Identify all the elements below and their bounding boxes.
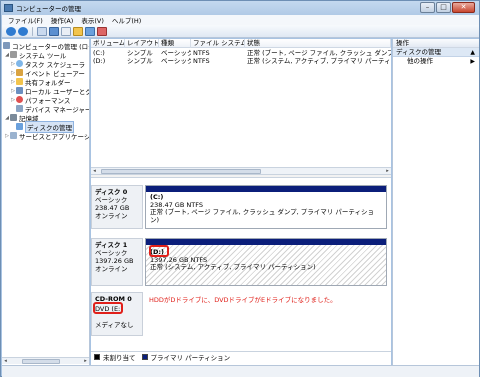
submenu-arrow-icon: ▶ xyxy=(470,58,475,65)
tools-icon xyxy=(10,51,17,58)
device-manager-icon xyxy=(16,105,23,112)
tree-horizontal-scrollbar[interactable]: ◂ ▸ xyxy=(2,357,89,364)
status-bar xyxy=(2,365,479,377)
menu-help[interactable]: ヘルプ(H) xyxy=(112,15,141,25)
menu-view[interactable]: 表示(V) xyxy=(81,15,104,25)
disk-management-pane: ボリューム レイアウト 種類 ファイル システム 状態 (C:) シンプル ベー… xyxy=(91,39,391,365)
toolbar xyxy=(2,25,479,38)
minimize-button[interactable]: – xyxy=(420,2,435,13)
volume-table-header: ボリューム レイアウト 種類 ファイル システム 状態 xyxy=(91,39,391,48)
toolbar-divider xyxy=(32,26,33,36)
volume-horizontal-scrollbar[interactable]: ◂ ▸ xyxy=(91,167,391,174)
computer-icon xyxy=(3,42,10,49)
menu-action[interactable]: 操作(A) xyxy=(51,15,74,25)
properties-icon[interactable] xyxy=(61,26,71,36)
column-type[interactable]: 種類 xyxy=(159,39,191,48)
annotation-text: HDDがDドライブに、DVDドライブがEドライブになりました。 xyxy=(149,296,337,304)
scroll-left-icon[interactable]: ◂ xyxy=(2,358,9,364)
table-row[interactable]: (D:) シンプル ベーシック NTFS 正常 (システム, アクティブ, プラ… xyxy=(91,57,391,65)
collapse-up-icon[interactable]: ▲ xyxy=(470,48,475,57)
title-bar: コンピューターの管理 – □ ✕ xyxy=(1,1,479,15)
operations-pane: 操作 ディスクの管理 ▲ 他の操作 ▶ xyxy=(392,39,479,365)
navigation-tree: コンピューターの管理 (ローカ ◢ システム ツール ▷ タスク スケジューラ … xyxy=(2,39,90,365)
cdrom-0-label[interactable]: CD-ROM 0 DVD (E:) メディアなし xyxy=(91,292,143,336)
operations-header: 操作 xyxy=(393,39,479,48)
operations-section-disk-management[interactable]: ディスクの管理 ▲ xyxy=(393,48,479,57)
forward-icon[interactable] xyxy=(18,26,28,36)
disk-management-icon xyxy=(16,123,23,130)
tree-item-services[interactable]: ▷ サービスとアプリケーショ xyxy=(4,131,89,141)
storage-icon xyxy=(10,114,17,121)
maximize-button[interactable]: □ xyxy=(436,2,451,13)
disk-name: ディスク 1 xyxy=(95,241,128,249)
partition-c[interactable]: (C:) 238.47 GB NTFS 正常 (ブート, ページ ファイル, ク… xyxy=(145,185,387,229)
scrollbar-thumb[interactable] xyxy=(22,359,60,364)
column-layout[interactable]: レイアウト xyxy=(125,39,159,48)
disk-0-label[interactable]: ディスク 0 ベーシック 238.47 GB オンライン xyxy=(91,185,143,229)
computer-management-icon xyxy=(4,4,13,12)
highlight-d-drive xyxy=(149,245,169,257)
window-title: コンピューターの管理 xyxy=(16,5,81,13)
menu-file[interactable]: ファイル(F) xyxy=(8,15,43,25)
table-row[interactable]: (C:) シンプル ベーシック NTFS 正常 (ブート, ページ ファイル, … xyxy=(91,49,391,57)
legend-unallocated: 未割り当て xyxy=(103,353,136,362)
back-icon[interactable] xyxy=(6,26,16,36)
column-status[interactable]: 状態 xyxy=(245,39,391,48)
disk-name: ディスク 0 xyxy=(95,188,128,196)
clock-icon xyxy=(16,60,23,67)
help-icon[interactable] xyxy=(49,26,59,36)
legend-primary: プライマリ パーティション xyxy=(150,353,231,362)
more-actions-item[interactable]: 他の操作 ▶ xyxy=(393,57,479,66)
pane-splitter[interactable] xyxy=(91,174,391,178)
column-volume[interactable]: ボリューム xyxy=(91,39,125,48)
delete-icon[interactable] xyxy=(97,26,107,36)
disk-icon[interactable] xyxy=(85,26,95,36)
event-log-icon xyxy=(16,69,23,76)
scroll-right-icon[interactable]: ▸ xyxy=(82,358,89,364)
performance-icon xyxy=(16,96,23,103)
folder-icon[interactable] xyxy=(73,26,83,36)
menu-bar: ファイル(F) 操作(A) 表示(V) ヘルプ(H) xyxy=(2,15,479,25)
show-hide-tree-icon[interactable] xyxy=(37,26,47,36)
primary-swatch xyxy=(141,353,148,360)
legend: 未割り当て プライマリ パーティション xyxy=(91,351,391,362)
highlight-e-drive xyxy=(93,302,123,314)
window: コンピューターの管理 – □ ✕ ファイル(F) 操作(A) 表示(V) ヘルプ… xyxy=(0,0,480,377)
disk-1-label[interactable]: ディスク 1 ベーシック 1397.26 GB オンライン xyxy=(91,238,143,286)
services-icon xyxy=(10,132,17,139)
partition-d[interactable]: (D:) 1397.26 GB NTFS 正常 (システム, アクティブ, プラ… xyxy=(145,238,387,286)
unallocated-swatch xyxy=(94,353,100,360)
shared-folder-icon xyxy=(16,78,23,85)
users-icon xyxy=(16,87,23,94)
close-button[interactable]: ✕ xyxy=(452,2,475,13)
column-file-system[interactable]: ファイル システム xyxy=(191,39,245,48)
